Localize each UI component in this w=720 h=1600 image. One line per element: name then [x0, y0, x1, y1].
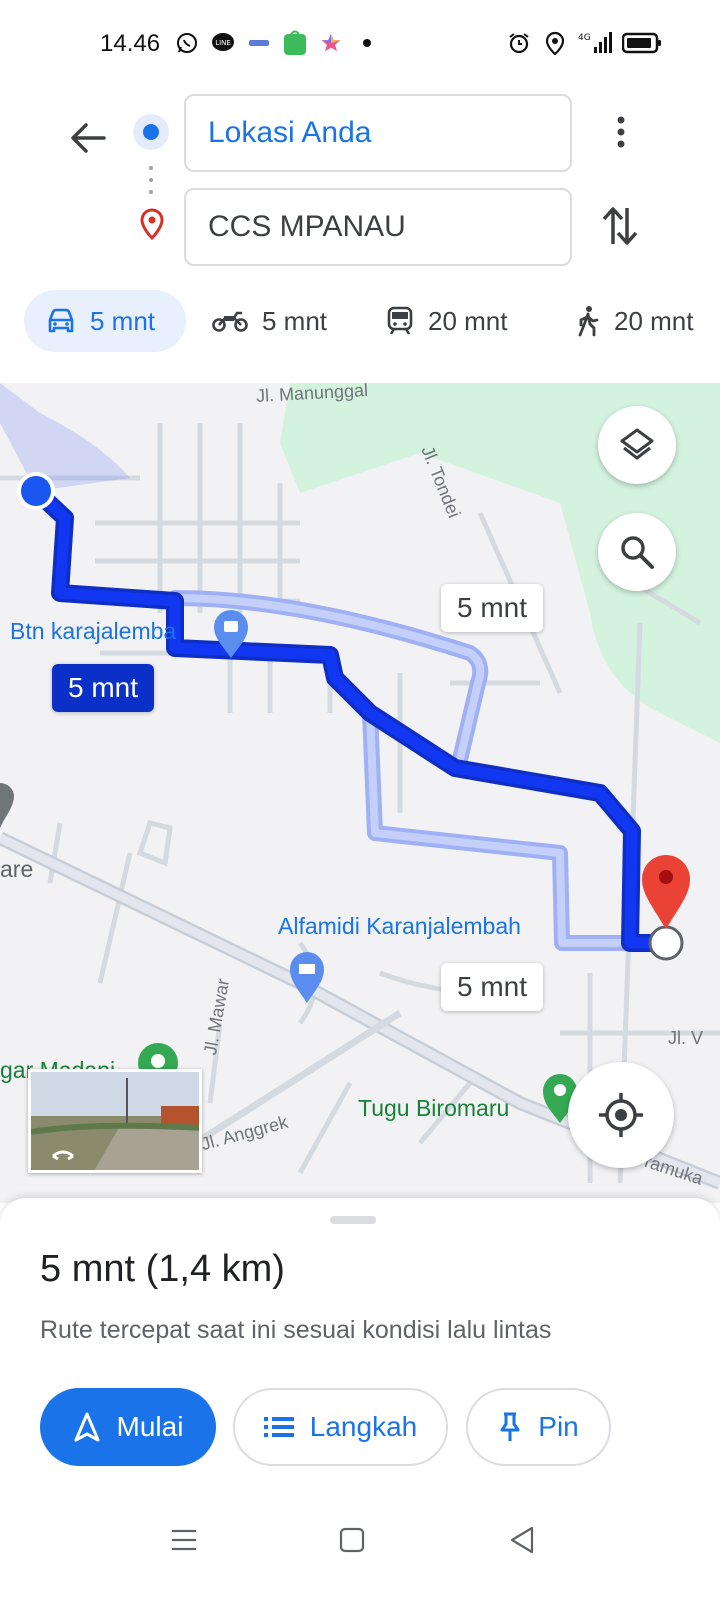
more-vert-icon	[617, 116, 625, 148]
accuracy-cone	[0, 383, 130, 491]
tab-car-label: 5 mnt	[90, 305, 156, 336]
whatsapp-icon	[174, 30, 200, 56]
my-location-button[interactable]	[568, 1062, 674, 1168]
back-arrow-icon	[71, 123, 106, 153]
poi-tugu-biromaru[interactable]: Tugu Biromaru	[358, 1095, 509, 1122]
menu-icon	[172, 1529, 196, 1551]
notification-dot-icon	[354, 30, 380, 56]
travel-mode-tabs: 5 mnt 5 mnt 20 mnt 20 mnt	[0, 288, 720, 384]
route-bubble-primary[interactable]: 5 mnt	[52, 664, 155, 712]
route-summary-sheet: 5 mnt (1,4 km) Rute tercepat saat ini se…	[0, 1198, 720, 1498]
origin-value: Lokasi Anda	[208, 116, 372, 149]
recent-apps-button[interactable]	[154, 1510, 214, 1570]
destination-end-circle	[648, 925, 684, 961]
search-icon	[621, 536, 654, 569]
tab-transit[interactable]: 20 mnt	[386, 290, 508, 352]
road-label-jl-v: Jl. V	[668, 1028, 704, 1048]
swap-button[interactable]	[594, 198, 646, 254]
system-navigation-bar	[0, 1498, 720, 1600]
route-connector-dots	[149, 166, 153, 194]
status-time: 14.46	[100, 30, 161, 57]
destination-field[interactable]: CCS MPANAU	[184, 188, 572, 266]
origin-field[interactable]: Lokasi Anda	[184, 94, 572, 172]
location-icon	[542, 30, 568, 56]
pin-button[interactable]: Pin	[466, 1388, 611, 1466]
search-along-route-button[interactable]	[598, 513, 676, 591]
layers-icon	[620, 428, 654, 460]
sheet-drag-handle[interactable]	[330, 1216, 376, 1224]
poi-partial-label[interactable]: are	[0, 856, 33, 883]
star-app-icon	[318, 30, 344, 56]
pushpin-icon	[500, 1412, 520, 1441]
shopping-bag-icon	[282, 30, 308, 56]
destination-pin-icon	[140, 208, 164, 241]
route-bubble-alt-1[interactable]: 5 mnt	[441, 584, 544, 632]
steps-button[interactable]: Langkah	[233, 1388, 448, 1466]
navigation-arrow-icon	[74, 1412, 100, 1442]
origin-dot-icon	[133, 114, 169, 150]
route-summary: 5 mnt (1,4 km)	[40, 1248, 285, 1290]
poi-btn-karajalemba[interactable]: Btn karajalemba	[10, 618, 176, 645]
offscreen-marker	[0, 782, 14, 828]
car-icon	[48, 308, 74, 333]
home-button[interactable]	[322, 1510, 382, 1570]
route-subtitle: Rute tercepat saat ini sesuai kondisi la…	[40, 1316, 552, 1344]
pin-label: Pin	[538, 1411, 579, 1442]
tab-transit-label: 20 mnt	[428, 305, 508, 336]
tab-motorcycle[interactable]: 5 mnt	[212, 290, 327, 352]
home-square-icon	[339, 1527, 365, 1553]
walk-icon	[578, 306, 599, 337]
tab-motorcycle-label: 5 mnt	[262, 305, 328, 336]
start-label: Mulai	[116, 1411, 184, 1442]
notification-icons: LINE	[174, 30, 380, 56]
tab-walk-label: 20 mnt	[614, 305, 694, 336]
street-view-thumbnail[interactable]	[28, 1069, 202, 1173]
back-nav-button[interactable]	[492, 1510, 552, 1570]
tab-car[interactable]: 5 mnt	[24, 290, 186, 352]
steps-label: Langkah	[309, 1411, 418, 1442]
swap-vert-icon	[602, 207, 638, 245]
start-button[interactable]: Mulai	[40, 1388, 216, 1466]
svg-text:LINE: LINE	[215, 39, 231, 47]
layers-button[interactable]	[598, 406, 676, 484]
crosshair-icon	[599, 1093, 643, 1137]
status-bar: 14.46 LINE 4G	[0, 0, 720, 88]
alarm-icon	[506, 30, 532, 56]
map-view[interactable]: Jl. Manunggal Jl. Tondei Jl. Mawar Jl. A…	[0, 383, 720, 1203]
train-icon	[387, 306, 413, 335]
list-icon	[263, 1417, 294, 1437]
system-icons: 4G	[506, 30, 662, 56]
destination-value: CCS MPANAU	[208, 210, 406, 243]
poi-alfamidi[interactable]: Alfamidi Karanjalembah	[278, 913, 521, 940]
back-button[interactable]	[60, 110, 116, 166]
line-icon: LINE	[210, 30, 236, 56]
app-icon	[246, 30, 272, 56]
network-type: 4G	[578, 33, 591, 43]
motorcycle-icon	[212, 311, 248, 332]
battery-icon	[622, 30, 662, 56]
destination-marker	[642, 855, 690, 929]
directions-header: Lokasi Anda CCS MPANAU	[0, 88, 720, 288]
back-triangle-icon	[510, 1526, 534, 1554]
more-options-button[interactable]	[598, 104, 644, 160]
route-bubble-alt-2[interactable]: 5 mnt	[441, 963, 544, 1011]
signal-4g-icon: 4G	[578, 30, 612, 56]
tab-walk[interactable]: 20 mnt	[576, 290, 694, 352]
